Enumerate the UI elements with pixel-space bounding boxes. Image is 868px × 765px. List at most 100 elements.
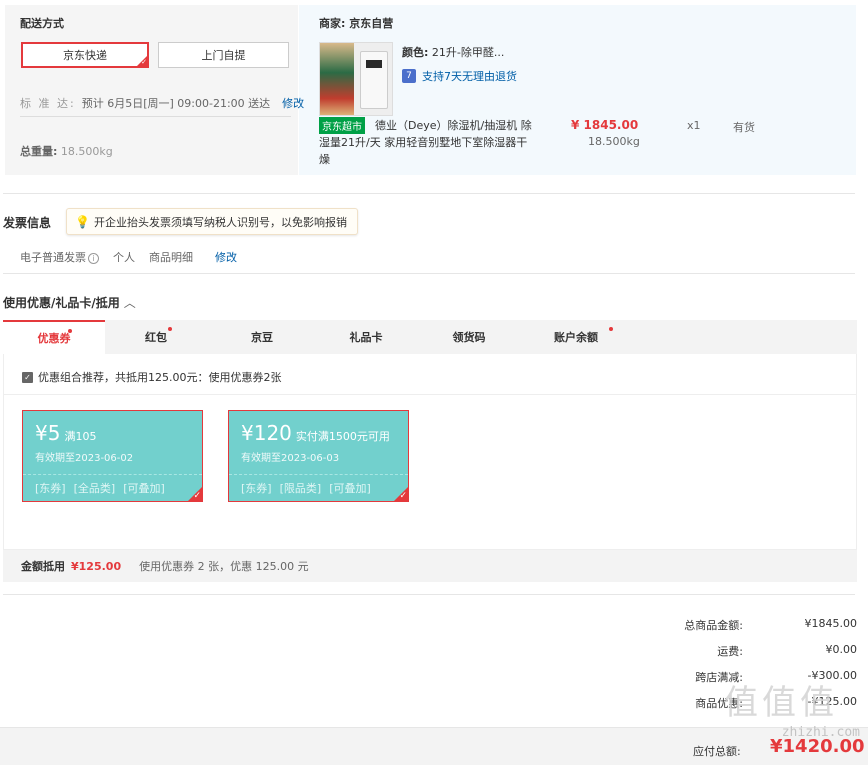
coupon-expiry: 有效期至2023-06-03	[241, 453, 340, 464]
invoice-tip: 💡 开企业抬头发票须填写纳税人识别号，以免影响报销	[66, 208, 358, 235]
section-divider	[3, 594, 855, 595]
invoice-type: 电子普通发票 i	[20, 249, 99, 265]
tab-label: 红包	[145, 331, 167, 344]
summary-label: 运费:	[717, 645, 743, 658]
coupon-expiry: 有效期至2023-06-02	[35, 453, 134, 464]
delivery-title: 配送方式	[20, 17, 64, 30]
delivery-option-label: 京东快递	[63, 49, 107, 62]
tab-red-packet[interactable]: 红包	[105, 320, 207, 354]
product-weight: 18.500kg	[588, 135, 640, 148]
coupon-tag: [东券]	[35, 482, 66, 495]
discount-tabs: 优惠券 红包 京豆 礼品卡 领货码 账户余额	[3, 320, 857, 354]
tab-label: 账户余额	[554, 331, 598, 344]
coupon-tag: [限品类]	[279, 482, 322, 495]
summary-row: 商品优惠: -¥125.00	[557, 695, 857, 711]
invoice-content: 商品明细	[149, 251, 193, 264]
shop-name: 京东自营	[349, 17, 394, 30]
product-color-value: 21升-除甲醛...	[431, 46, 505, 59]
invoice-title-type: 个人	[113, 251, 135, 264]
coupon-tags: [东券] [限品类] [可叠加]	[229, 474, 408, 501]
coupon-amount-row: ¥120 实付满1500元可用	[241, 421, 396, 445]
deduction-value: ¥125.00	[71, 559, 122, 573]
summary-row: 总商品金额: ¥1845.00	[557, 617, 857, 633]
invoice-tip-text: 开企业抬头发票须填写纳税人识别号，以免影响报销	[93, 215, 347, 229]
coupon-card[interactable]: ¥5 满105 有效期至2023-06-02 [东券] [全品类] [可叠加] ✓	[22, 410, 203, 502]
coupon-condition: 满105	[64, 430, 97, 443]
info-icon[interactable]: i	[88, 253, 99, 264]
product-price: ¥ 1845.00	[571, 118, 639, 132]
payable-label: 应付总额:	[693, 745, 741, 758]
section-divider	[3, 273, 855, 274]
jd-supermarket-badge: 京东超市	[319, 117, 365, 134]
tab-label: 京豆	[251, 331, 273, 344]
summary-value: -¥300.00	[807, 669, 857, 682]
invoice-details: 电子普通发票 i 个人 商品明细 修改	[20, 249, 237, 265]
tab-jd-beans[interactable]: 京豆	[207, 320, 317, 354]
product-image-shelf	[320, 43, 354, 115]
product-image[interactable]	[319, 42, 393, 116]
check-icon: ✓	[193, 491, 201, 501]
coupon-amount: ¥5	[35, 421, 61, 445]
check-icon: ✓	[141, 58, 147, 66]
coupon-amount-row: ¥5 满105	[35, 421, 190, 445]
tab-pickup-code[interactable]: 领货码	[415, 320, 523, 354]
summary-label: 跨店满减:	[695, 671, 743, 684]
total-weight: 总重量: 18.500kg	[20, 143, 113, 159]
total-weight-label: 总重量:	[20, 145, 58, 158]
payable-value: ¥1420.00	[770, 736, 865, 757]
checkbox-checked-icon[interactable]: ✓	[22, 371, 33, 383]
coupon-tag: [可叠加]	[329, 482, 371, 495]
check-icon: ✓	[399, 491, 407, 501]
product-color: 颜色: 21升-除甲醛...	[402, 44, 504, 60]
tab-coupons[interactable]: 优惠券	[3, 320, 105, 354]
coupon-card[interactable]: ¥120 实付满1500元可用 有效期至2023-06-03 [东券] [限品类]…	[228, 410, 409, 502]
coupon-tag: [可叠加]	[123, 482, 165, 495]
summary-row: 跨店满减: -¥300.00	[557, 669, 857, 685]
summary-row: 运费: ¥0.00	[557, 643, 857, 659]
divider	[20, 116, 291, 117]
edit-delivery-link[interactable]: 修改	[282, 95, 304, 111]
shop-info: 商家: 京东自营	[319, 15, 393, 31]
standard-delivery-row: 标 准 达: 预计 6月5日[周一] 09:00-21:00 送达 修改	[20, 95, 304, 111]
tab-gift-card[interactable]: 礼品卡	[317, 320, 415, 354]
new-dot-icon	[168, 327, 172, 331]
edit-invoice-link[interactable]: 修改	[215, 249, 237, 265]
tab-account-balance[interactable]: 账户余额	[523, 320, 629, 354]
coupon-condition: 实付满1500元可用	[295, 430, 390, 443]
product-color-label: 颜色:	[402, 46, 429, 59]
tab-label: 礼品卡	[349, 331, 383, 344]
summary-label: 总商品金额:	[684, 619, 743, 632]
combo-recommendation[interactable]: ✓ 优惠组合推荐，共抵用125.00元：使用优惠券2张	[22, 369, 282, 385]
discounts-toggle[interactable]: 使用优惠/礼品卡/抵用 ︿	[3, 294, 136, 311]
coupon-tags: [东券] [全品类] [可叠加]	[23, 474, 202, 501]
delivery-option-self-pickup[interactable]: 上门自提	[158, 42, 289, 68]
deduction-text: 使用优惠券 2 张，优惠 125.00 元	[139, 560, 309, 573]
tab-label: 优惠券	[37, 332, 71, 345]
tab-label: 领货码	[452, 331, 486, 344]
product-image-device	[360, 51, 388, 109]
coupon-face: ¥120 实付满1500元可用 有效期至2023-06-03	[229, 411, 408, 474]
coupon-amount: ¥120	[241, 421, 292, 445]
discounts-title: 使用优惠/礼品卡/抵用	[3, 296, 120, 310]
product-return-policy[interactable]: 7 支持7天无理由退货	[402, 68, 517, 84]
product-stock-status: 有货	[733, 121, 755, 134]
combo-text: 优惠组合推荐，共抵用125.00元：使用优惠券2张	[38, 371, 282, 384]
coupon-face: ¥5 满105 有效期至2023-06-02	[23, 411, 202, 474]
section-divider	[3, 193, 855, 194]
summary-value: -¥125.00	[807, 695, 857, 708]
coupon-tag: [全品类]	[73, 482, 116, 495]
summary-label: 商品优惠:	[695, 697, 743, 710]
delivery-option-jd-express[interactable]: 京东快递 ✓	[21, 42, 149, 68]
deduction-summary: 金额抵用 ¥125.00 使用优惠券 2 张，优惠 125.00 元	[3, 550, 857, 582]
invoice-type-label: 电子普通发票	[20, 251, 86, 264]
deduction-label: 金额抵用	[21, 560, 65, 573]
lightbulb-icon: 💡	[75, 214, 90, 229]
coupon-tag: [东券]	[241, 482, 272, 495]
new-dot-icon	[609, 327, 613, 331]
seven-day-return-icon: 7	[402, 69, 416, 83]
summary-value: ¥1845.00	[804, 617, 858, 630]
new-dot-icon	[68, 329, 72, 333]
invoice-title: 发票信息	[3, 216, 52, 230]
product-quantity: x1	[687, 119, 701, 132]
chevron-up-icon: ︿	[123, 296, 136, 310]
